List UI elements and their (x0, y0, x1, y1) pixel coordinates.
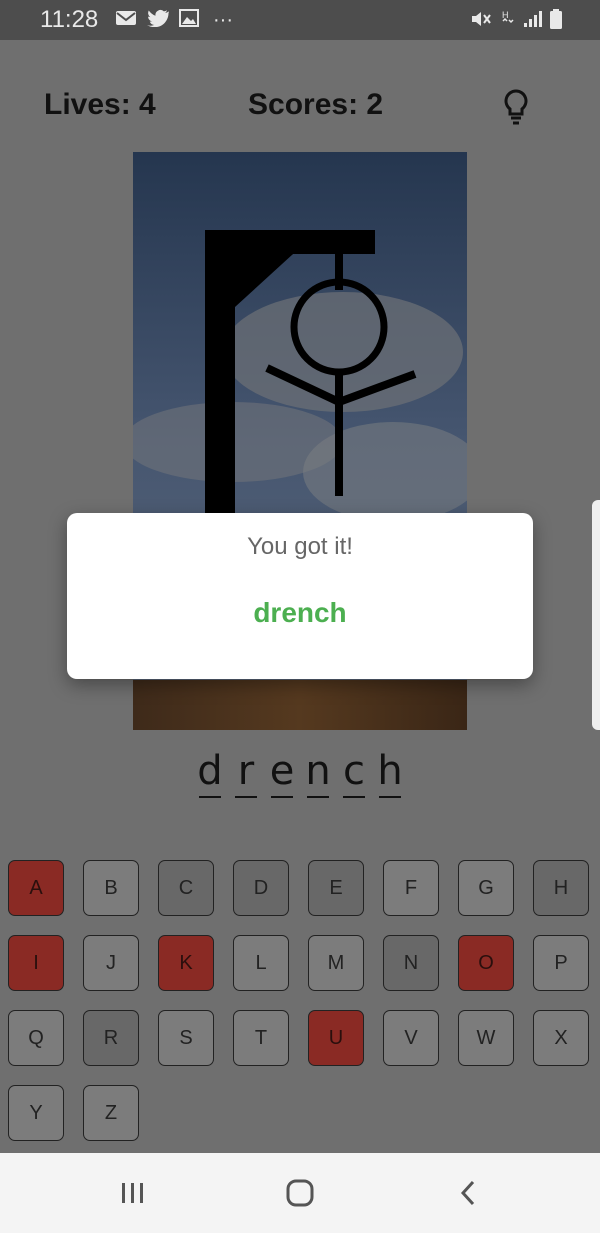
status-time: 11:28 (40, 6, 99, 33)
letter-underline (271, 796, 293, 798)
letter-underline (235, 796, 257, 798)
word-letter: c (343, 748, 365, 794)
key-i[interactable]: I (8, 935, 64, 991)
more-icon: ··· (213, 9, 233, 31)
word-letter: n (305, 748, 331, 794)
lives-counter: Lives: 4 (44, 88, 156, 121)
key-c[interactable]: C (158, 860, 214, 916)
edge-panel-handle[interactable] (592, 500, 600, 730)
navigation-bar (0, 1153, 600, 1233)
result-dialog: You got it! drench (67, 513, 533, 679)
key-p[interactable]: P (533, 935, 589, 991)
home-icon[interactable] (280, 1177, 320, 1209)
status-bar: 11:28 ··· H (0, 0, 600, 40)
key-k[interactable]: K (158, 935, 214, 991)
back-icon[interactable] (448, 1177, 488, 1209)
dialog-title: You got it! (247, 533, 353, 560)
signal-icon (522, 10, 542, 33)
word-letter: d (197, 748, 223, 794)
key-a[interactable]: A (8, 860, 64, 916)
word-underlines (0, 796, 600, 798)
key-n[interactable]: N (383, 935, 439, 991)
key-o[interactable]: O (458, 935, 514, 991)
key-t[interactable]: T (233, 1010, 289, 1066)
key-x[interactable]: X (533, 1010, 589, 1066)
letter-underline (379, 796, 401, 798)
key-j[interactable]: J (83, 935, 139, 991)
key-h[interactable]: H (533, 860, 589, 916)
key-y[interactable]: Y (8, 1085, 64, 1141)
letter-underline (199, 796, 221, 798)
key-l[interactable]: L (233, 935, 289, 991)
word-display: drench (0, 748, 600, 794)
recent-apps-icon[interactable] (113, 1177, 153, 1209)
key-m[interactable]: M (308, 935, 364, 991)
key-v[interactable]: V (383, 1010, 439, 1066)
twitter-icon (147, 9, 171, 32)
word-letter: e (269, 748, 295, 794)
letter-underline (343, 796, 365, 798)
mute-icon (470, 10, 492, 33)
key-f[interactable]: F (383, 860, 439, 916)
data-icon: H (500, 9, 514, 34)
game-header: Lives: 4 Scores: 2 (0, 40, 600, 150)
mail-icon (115, 9, 137, 32)
key-d[interactable]: D (233, 860, 289, 916)
letter-underline (307, 796, 329, 798)
key-g[interactable]: G (458, 860, 514, 916)
word-letter: h (377, 748, 403, 794)
lightbulb-icon[interactable] (500, 88, 532, 128)
score-counter: Scores: 2 (248, 88, 384, 121)
key-z[interactable]: Z (83, 1085, 139, 1141)
key-b[interactable]: B (83, 860, 139, 916)
key-r[interactable]: R (83, 1010, 139, 1066)
key-e[interactable]: E (308, 860, 364, 916)
key-u[interactable]: U (308, 1010, 364, 1066)
answer-word: drench (253, 597, 347, 628)
word-letter: r (237, 748, 255, 794)
key-q[interactable]: Q (8, 1010, 64, 1066)
gallery-icon (179, 9, 199, 32)
battery-icon (550, 9, 562, 34)
key-w[interactable]: W (458, 1010, 514, 1066)
key-s[interactable]: S (158, 1010, 214, 1066)
